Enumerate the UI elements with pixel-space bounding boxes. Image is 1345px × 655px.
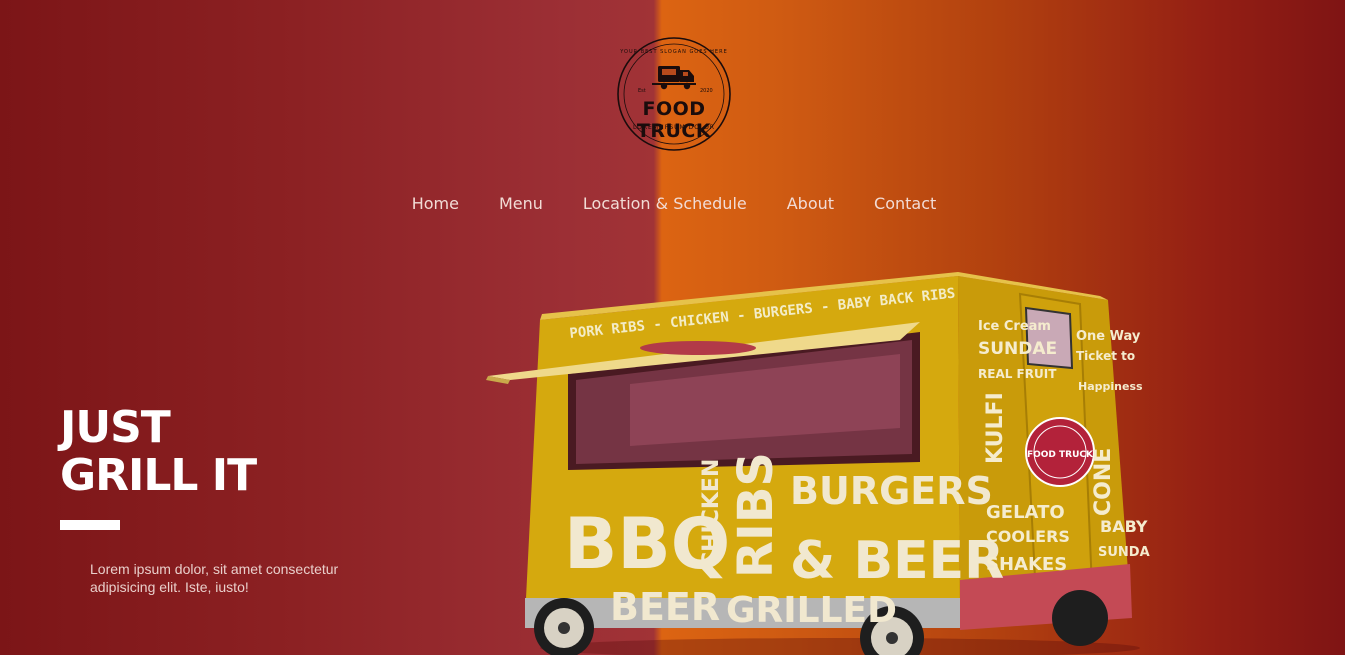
truck-door-word-1: One Way <box>1076 329 1141 344</box>
nav-location-schedule[interactable]: Location & Schedule <box>583 194 747 213</box>
truck-back-word-1: Ice Cream <box>978 319 1051 334</box>
truck-door-word-3: Happiness <box>1078 380 1143 393</box>
truck-back-word-7: SHAKES <box>986 554 1067 575</box>
truck-back-word-2: SUNDAE <box>978 339 1057 359</box>
hero-title: JUST GRILL IT <box>60 402 257 501</box>
truck-door-word-2: Ticket to <box>1076 349 1135 363</box>
logo-year-right: 2020 <box>700 88 713 94</box>
truck-ribs-text: RIBS <box>728 452 784 578</box>
truck-grilled-text: GRILLED <box>726 590 897 631</box>
truck-back-word-3: REAL FRUIT <box>978 367 1057 381</box>
truck-door-word-4: CONE <box>1091 448 1116 516</box>
truck-burgers-text: BURGERS <box>790 469 993 513</box>
truck-door-word-6: SUNDAE <box>1098 545 1150 560</box>
truck-back-word-6: COOLERS <box>986 527 1070 546</box>
main-nav: Home Menu Location & Schedule About Cont… <box>0 194 1345 213</box>
hero-title-line1: JUST <box>60 402 171 453</box>
truck-door-word-5: BABY <box>1100 517 1148 536</box>
truck-beer-text: BEER <box>610 585 720 629</box>
truck-badge-text: FOOD TRUCK <box>1027 450 1094 460</box>
logo[interactable]: YOUR BEST SLOGAN GOES HERE Est 2020 FOOD… <box>608 36 740 154</box>
nav-contact[interactable]: Contact <box>874 194 936 213</box>
food-truck-image: PORK RIBS - CHICKEN - BURGERS - BABY BAC… <box>480 268 1150 655</box>
logo-year-left: Est <box>638 88 646 94</box>
hero-divider <box>60 520 120 530</box>
logo-brand: FOOD TRUCK <box>636 98 712 142</box>
truck-chicken-text: CHICKEN <box>699 459 724 568</box>
hero-description: Lorem ipsum dolor, sit amet consectetur … <box>90 561 339 595</box>
nav-home[interactable]: Home <box>412 194 459 213</box>
nav-about[interactable]: About <box>787 194 834 213</box>
logo-subtitle: LOREM IPSUM DOLOR <box>633 124 715 131</box>
truck-back-word-5: GELATO <box>986 502 1065 523</box>
nav-menu[interactable]: Menu <box>499 194 543 213</box>
logo-slogan: YOUR BEST SLOGAN GOES HERE <box>620 49 728 55</box>
hero-title-line2: GRILL IT <box>60 450 257 501</box>
truck-beer-big-text: & BEER <box>790 531 1004 591</box>
food-truck-illustration: PORK RIBS - CHICKEN - BURGERS - BABY BAC… <box>486 272 1150 655</box>
truck-back-word-4: KULFI <box>983 392 1008 464</box>
